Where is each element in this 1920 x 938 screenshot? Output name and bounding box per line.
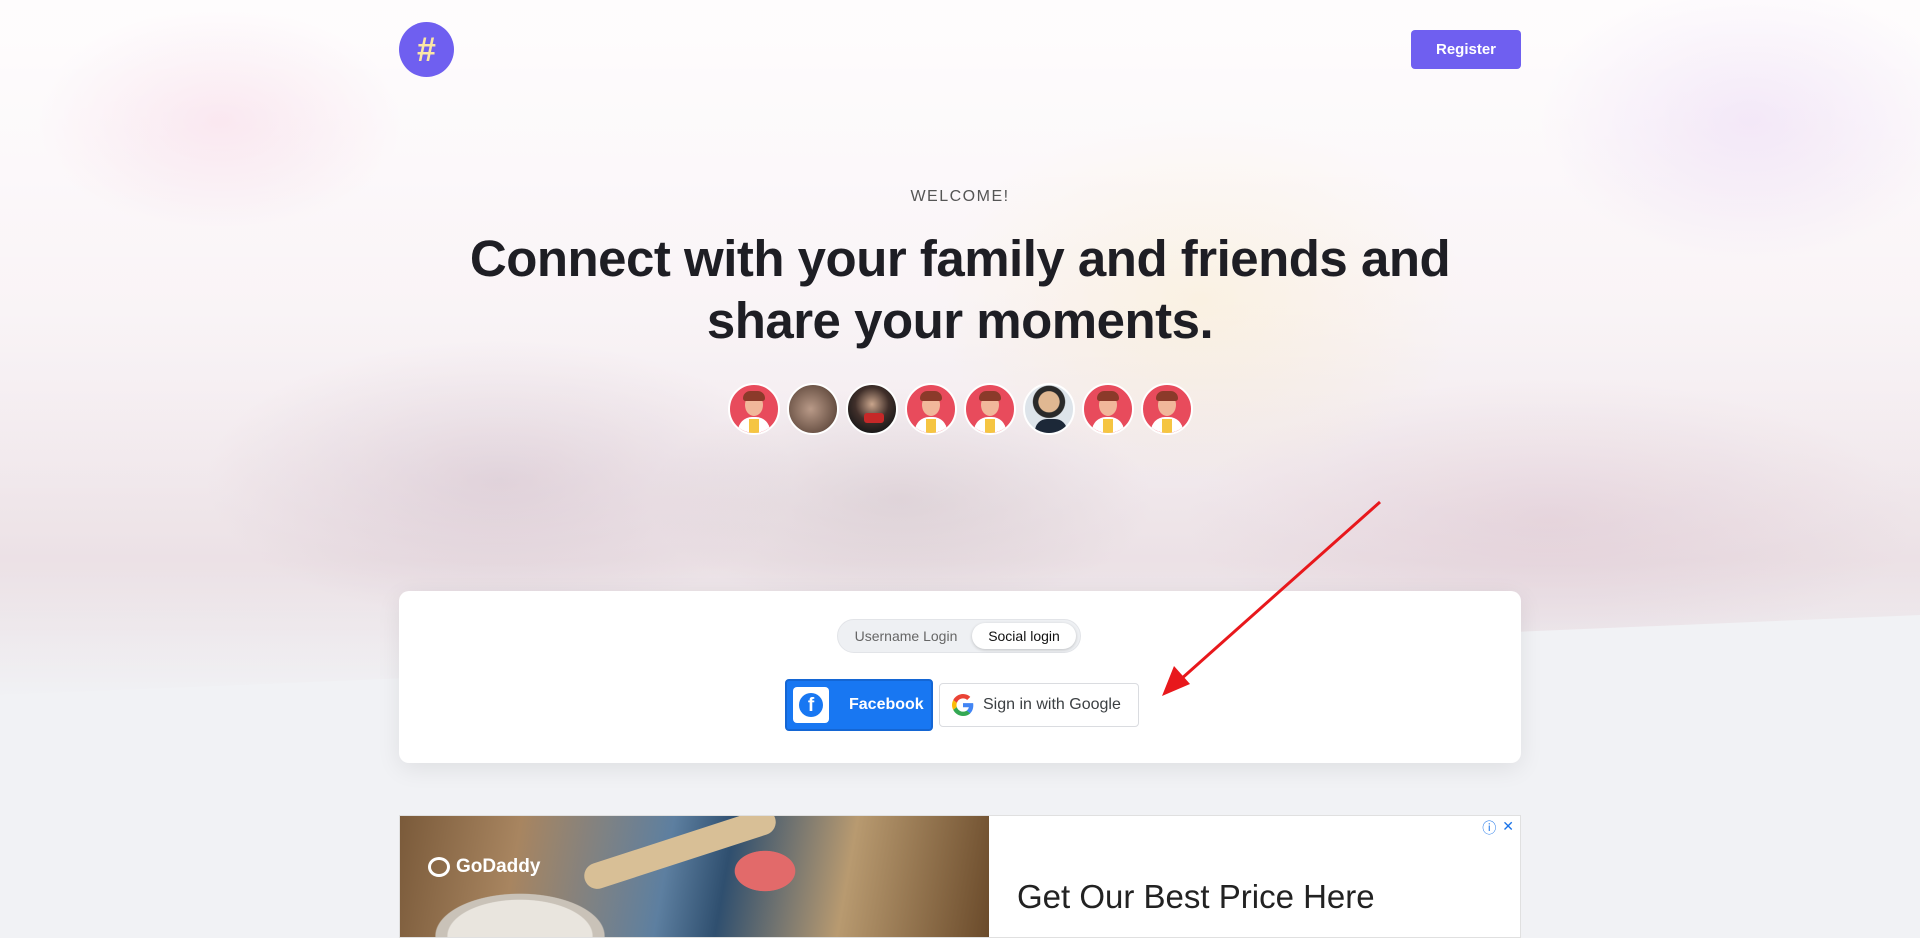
- ad-info-icon[interactable]: ⓘ: [1482, 818, 1496, 838]
- ad-brand-text: GoDaddy: [456, 856, 541, 877]
- welcome-label: WELCOME!: [910, 188, 1010, 205]
- facebook-label: Facebook: [849, 696, 924, 713]
- member-avatars: [0, 383, 1920, 435]
- ad-headline: Get Our Best Price Here: [1017, 878, 1375, 915]
- ad-close-icon[interactable]: ✕: [1502, 818, 1514, 838]
- hashtag-icon: #: [417, 30, 436, 69]
- google-signin-button[interactable]: Sign in with Google: [939, 683, 1139, 727]
- tab-social-login[interactable]: Social login: [972, 623, 1076, 649]
- login-tabs: Username Login Social login: [837, 619, 1081, 653]
- facebook-icon: f: [793, 687, 829, 723]
- annotation-arrow: [1162, 500, 1381, 696]
- avatar[interactable]: [904, 383, 957, 435]
- site-logo[interactable]: #: [399, 22, 454, 77]
- avatar[interactable]: [1022, 383, 1075, 435]
- hero-headline: Connect with your family and friends and…: [469, 230, 1451, 349]
- avatar[interactable]: [786, 383, 839, 435]
- facebook-login-button[interactable]: f Facebook: [785, 679, 933, 731]
- google-label: Sign in with Google: [983, 696, 1121, 713]
- avatar[interactable]: [845, 383, 898, 435]
- avatar[interactable]: [1140, 383, 1193, 435]
- ad-controls: ⓘ ✕: [1482, 818, 1514, 838]
- ad-image: GoDaddy: [400, 816, 989, 937]
- avatar[interactable]: [727, 383, 780, 435]
- register-button[interactable]: Register: [1411, 30, 1521, 69]
- avatar[interactable]: [1081, 383, 1134, 435]
- tab-username-login[interactable]: Username Login: [846, 623, 966, 649]
- advertisement-banner[interactable]: GoDaddy Get Our Best Price Here ⓘ ✕: [399, 815, 1521, 938]
- godaddy-logo-icon: [428, 857, 450, 877]
- google-g-icon: [952, 694, 974, 716]
- ad-brand-logo: GoDaddy: [428, 856, 540, 878]
- avatar[interactable]: [963, 383, 1016, 435]
